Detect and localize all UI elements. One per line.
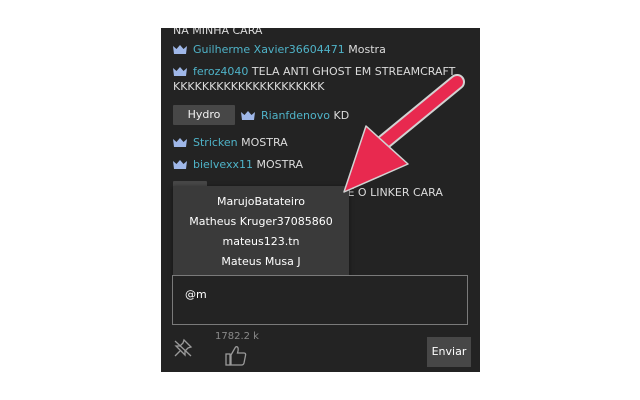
send-button[interactable]: Enviar [427, 337, 471, 367]
chat-input-value: @m [185, 288, 207, 301]
annotation-arrow [343, 74, 465, 193]
crown-icon [241, 111, 255, 120]
chat-username[interactable]: feroz4040 [193, 65, 248, 78]
crown-icon [173, 67, 187, 76]
message-text: Mostra [344, 43, 386, 56]
chat-message: Guilherme Xavier36604471 Mostra [173, 42, 469, 57]
message-text: MOSTRA [237, 136, 288, 149]
message-text: MOSTRA [252, 158, 304, 171]
crown-icon [173, 45, 187, 54]
chat-message: NA MINHA CARA [173, 28, 469, 38]
mention-suggestions: MarujoBatateiro Matheus Kruger37085860 m… [173, 186, 349, 280]
suggestion-item[interactable]: Mateus Musa J [173, 252, 349, 272]
chat-username[interactable]: bielvexx11 [193, 158, 253, 171]
message-text: NA MINHA CARA [173, 28, 263, 37]
crown-icon [173, 160, 187, 169]
thumbs-up-icon[interactable] [225, 344, 247, 366]
chat-username[interactable]: Guilherme Xavier36604471 [193, 43, 345, 56]
like-count: 1782.2 k [215, 331, 259, 342]
crown-icon [173, 138, 187, 147]
chat-username[interactable]: Stricken [193, 136, 238, 149]
chat-input[interactable]: @m [172, 275, 468, 325]
suggestion-item[interactable]: mateus123.tn [173, 232, 349, 252]
user-badge: Hydro [173, 105, 235, 125]
pin-off-icon[interactable] [173, 338, 193, 358]
suggestion-item[interactable]: Matheus Kruger37085860 [173, 212, 349, 232]
